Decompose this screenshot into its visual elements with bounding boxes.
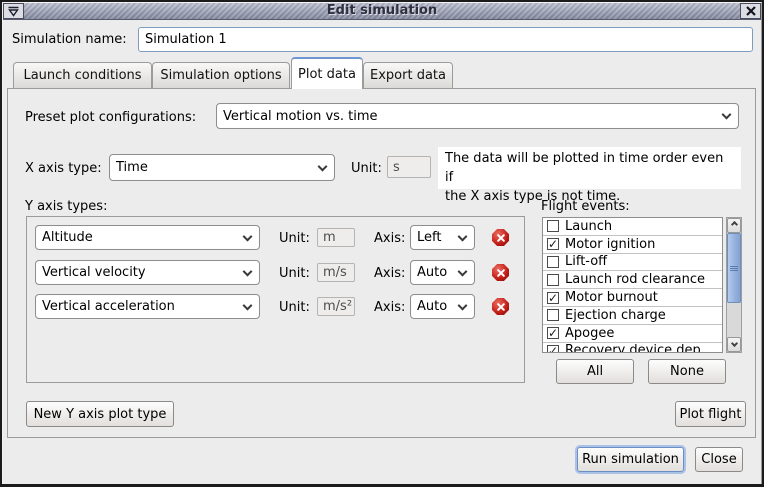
time-order-note: The data will be plotted in time order e… bbox=[438, 147, 741, 189]
x-axis-type-value: Time bbox=[116, 160, 148, 175]
event-label: Lift-off bbox=[565, 254, 607, 269]
chevron-down-icon[interactable] bbox=[727, 337, 741, 352]
checkbox[interactable]: ✓ bbox=[547, 345, 559, 353]
new-y-axis-plot-type-button[interactable]: New Y axis plot type bbox=[26, 401, 174, 427]
y-axis-side-select-3[interactable]: Auto bbox=[410, 294, 475, 319]
event-label: Ejection charge bbox=[565, 308, 666, 323]
tab-export-data[interactable]: Export data bbox=[363, 62, 453, 88]
y-axis-side-select-1[interactable]: Left bbox=[410, 225, 475, 250]
chevron-down-icon bbox=[458, 300, 468, 310]
list-item[interactable]: Launch bbox=[543, 218, 722, 236]
y-axis-types-label: Y axis types: bbox=[25, 199, 107, 214]
y-axis-type-select-3[interactable]: Vertical acceleration bbox=[35, 294, 260, 319]
y-axis-unit-field-2: m/s bbox=[317, 263, 355, 282]
checkbox[interactable] bbox=[547, 309, 559, 321]
checkbox[interactable] bbox=[547, 256, 559, 268]
y-axis-type-value-3: Vertical acceleration bbox=[42, 299, 175, 314]
grip-line bbox=[730, 266, 738, 267]
list-item[interactable]: ✓ Motor burnout bbox=[543, 289, 722, 307]
y-axis-types-group: Altitude Unit: m Axis: Left Vertical vel… bbox=[26, 216, 525, 383]
y-axis-type-select-1[interactable]: Altitude bbox=[35, 225, 260, 250]
checkbox[interactable]: ✓ bbox=[547, 327, 559, 339]
tab-plot-data[interactable]: Plot data bbox=[291, 57, 363, 89]
titlebar[interactable]: Edit simulation bbox=[2, 2, 762, 20]
preset-configurations-label: Preset plot configurations: bbox=[25, 110, 196, 125]
scrollbar-thumb[interactable] bbox=[727, 233, 741, 303]
delete-octagon-icon[interactable] bbox=[492, 298, 509, 315]
y-axis-unit-label-3: Unit: bbox=[279, 300, 310, 315]
event-label: Launch bbox=[565, 219, 612, 234]
run-simulation-button[interactable]: Run simulation bbox=[577, 447, 684, 472]
close-glyph bbox=[745, 5, 757, 17]
grip-line bbox=[730, 268, 738, 269]
chevron-up-glyph bbox=[730, 221, 737, 228]
window-title: Edit simulation bbox=[327, 3, 437, 18]
close-button[interactable]: Close bbox=[695, 447, 743, 472]
y-axis-unit-label-2: Unit: bbox=[279, 266, 310, 281]
none-button[interactable]: None bbox=[648, 359, 726, 384]
flight-events-scrollbar[interactable] bbox=[726, 217, 742, 353]
preset-configurations-value: Vertical motion vs. time bbox=[223, 109, 378, 124]
y-axis-type-value-2: Vertical velocity bbox=[42, 265, 146, 280]
y-axis-side-value-3: Auto bbox=[417, 299, 447, 314]
simulation-name-label: Simulation name: bbox=[12, 32, 127, 47]
event-label: Motor ignition bbox=[565, 237, 655, 252]
x-axis-type-label: X axis type: bbox=[25, 161, 102, 176]
chevron-down-icon bbox=[722, 110, 732, 120]
checkbox[interactable]: ✓ bbox=[547, 292, 559, 304]
event-label: Launch rod clearance bbox=[565, 272, 705, 287]
grip-line bbox=[730, 270, 738, 271]
y-axis-unit-label-1: Unit: bbox=[279, 231, 310, 246]
close-icon[interactable] bbox=[740, 3, 761, 19]
y-axis-side-value-2: Auto bbox=[417, 265, 447, 280]
chevron-up-icon[interactable] bbox=[727, 218, 741, 233]
y-axis-axis-label-2: Axis: bbox=[374, 266, 405, 281]
time-order-note-line1: The data will be plotted in time order e… bbox=[445, 149, 734, 187]
window-menu-glyph bbox=[7, 6, 20, 17]
plot-flight-button[interactable]: Plot flight bbox=[675, 401, 746, 427]
chevron-down-icon bbox=[243, 266, 253, 276]
simulation-name-input[interactable]: Simulation 1 bbox=[138, 27, 753, 52]
y-axis-axis-label-1: Axis: bbox=[374, 231, 405, 246]
checkbox[interactable] bbox=[547, 274, 559, 286]
tab-simulation-options[interactable]: Simulation options bbox=[152, 62, 290, 88]
y-axis-type-value-1: Altitude bbox=[42, 230, 93, 245]
checkbox[interactable]: ✓ bbox=[547, 238, 559, 250]
checkbox[interactable] bbox=[547, 220, 559, 232]
event-label: Motor burnout bbox=[565, 290, 658, 305]
y-axis-axis-label-3: Axis: bbox=[374, 300, 405, 315]
y-axis-type-select-2[interactable]: Vertical velocity bbox=[35, 260, 260, 285]
x-axis-unit-field: s bbox=[387, 156, 431, 178]
list-item[interactable]: ✓ Apogee bbox=[543, 325, 722, 343]
x-axis-type-select[interactable]: Time bbox=[109, 154, 335, 181]
y-axis-unit-field-3: m/s² bbox=[317, 297, 355, 316]
chevron-down-icon bbox=[458, 231, 468, 241]
x-axis-unit-label: Unit: bbox=[351, 161, 382, 176]
plot-data-panel: Preset plot configurations: Vertical mot… bbox=[7, 88, 756, 438]
tab-launch-conditions[interactable]: Launch conditions bbox=[13, 62, 152, 88]
flight-events-list: Launch ✓ Motor ignition Lift-off Launch … bbox=[542, 217, 723, 353]
window-menu-icon[interactable] bbox=[3, 3, 24, 19]
list-item[interactable]: ✓ Recovery device dep bbox=[543, 343, 722, 353]
list-item[interactable]: Lift-off bbox=[543, 254, 722, 272]
delete-octagon-icon[interactable] bbox=[492, 229, 509, 246]
list-item[interactable]: Launch rod clearance bbox=[543, 271, 722, 289]
edit-simulation-dialog: Edit simulation Simulation name: Simulat… bbox=[0, 0, 764, 487]
all-button[interactable]: All bbox=[556, 359, 634, 384]
event-label: Recovery device dep bbox=[565, 343, 701, 353]
flight-events-label: Flight events: bbox=[541, 199, 630, 214]
chevron-down-icon bbox=[318, 161, 328, 171]
preset-configurations-select[interactable]: Vertical motion vs. time bbox=[216, 103, 739, 129]
delete-octagon-icon[interactable] bbox=[492, 264, 509, 281]
chevron-down-glyph bbox=[730, 340, 737, 347]
chevron-down-icon bbox=[243, 231, 253, 241]
chevron-down-icon bbox=[243, 300, 253, 310]
list-item[interactable]: ✓ Motor ignition bbox=[543, 236, 722, 254]
list-item[interactable]: Ejection charge bbox=[543, 307, 722, 325]
y-axis-unit-field-1: m bbox=[317, 228, 355, 247]
y-axis-side-select-2[interactable]: Auto bbox=[410, 260, 475, 285]
event-label: Apogee bbox=[565, 326, 614, 341]
chevron-down-icon bbox=[458, 266, 468, 276]
y-axis-side-value-1: Left bbox=[417, 230, 441, 245]
